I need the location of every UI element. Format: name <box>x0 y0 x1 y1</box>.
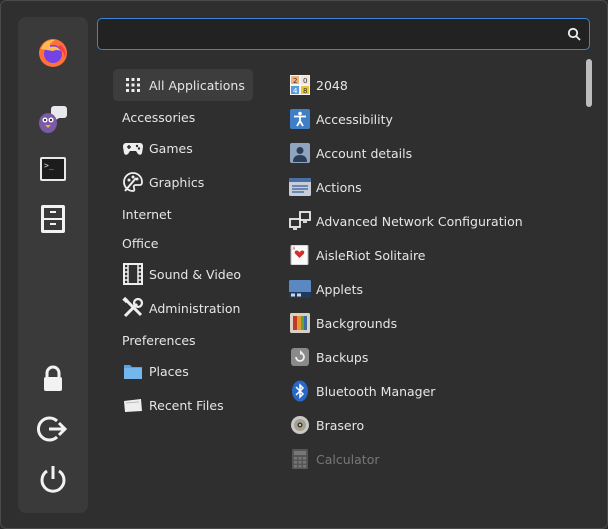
pidgin-icon[interactable] <box>37 103 69 135</box>
power-icon[interactable] <box>37 463 69 495</box>
category-administration[interactable]: Administration <box>113 292 248 324</box>
category-all-applications[interactable]: All Applications <box>113 69 253 101</box>
application-menu: >_ All Applications Accessories Games Gr… <box>0 0 608 529</box>
category-places[interactable]: Places <box>113 355 197 387</box>
folder-icon <box>122 360 144 382</box>
applets-icon <box>289 278 311 300</box>
app-label: Calculator <box>316 451 380 467</box>
category-label: Places <box>149 363 189 379</box>
search-box[interactable] <box>97 18 590 50</box>
app-accessibility[interactable]: Accessibility <box>289 104 393 134</box>
account-icon <box>289 142 311 164</box>
svg-text:4: 4 <box>293 87 298 95</box>
category-graphics[interactable]: Graphics <box>113 166 212 198</box>
category-label: Office <box>122 235 159 251</box>
app-account-details[interactable]: Account details <box>289 138 412 168</box>
palette-icon <box>122 171 144 193</box>
category-label: Games <box>149 140 193 156</box>
category-recent-files[interactable]: Recent Files <box>113 389 232 421</box>
category-label: All Applications <box>149 77 245 93</box>
search-input[interactable] <box>106 24 550 46</box>
grid-icon <box>122 74 144 96</box>
2048-icon: 2 0 4 8 <box>289 74 311 96</box>
gamepad-icon <box>122 137 144 159</box>
app-label: Actions <box>316 179 362 195</box>
app-brasero[interactable]: Brasero <box>289 410 364 440</box>
svg-text:0: 0 <box>303 77 307 85</box>
category-label: Accessories <box>122 109 196 125</box>
film-icon <box>122 263 144 285</box>
app-aisleriot-solitaire[interactable]: A AisleRiot Solitaire <box>289 240 426 270</box>
firefox-icon[interactable] <box>37 37 69 69</box>
category-accessories[interactable]: Accessories <box>113 101 203 133</box>
recent-files-icon <box>122 394 144 416</box>
app-label: Backgrounds <box>316 315 398 331</box>
backups-icon <box>289 346 311 368</box>
app-label: Account details <box>316 145 413 161</box>
bluetooth-icon <box>289 380 311 402</box>
app-calculator[interactable]: Calculator <box>289 444 379 474</box>
backgrounds-icon <box>289 312 311 334</box>
app-advanced-network-configuration[interactable]: Advanced Network Configuration <box>289 206 523 236</box>
app-label: Brasero <box>316 417 365 433</box>
category-label: Sound & Video <box>149 266 242 282</box>
cards-icon: A <box>289 244 311 266</box>
app-label: Accessibility <box>316 111 393 127</box>
app-label: 2048 <box>316 77 348 93</box>
category-games[interactable]: Games <box>113 132 201 164</box>
app-backgrounds[interactable]: Backgrounds <box>289 308 397 338</box>
app-backups[interactable]: Backups <box>289 342 368 372</box>
category-label: Graphics <box>149 174 205 190</box>
svg-text:>_: >_ <box>44 161 54 170</box>
search-icon[interactable] <box>567 27 581 41</box>
category-label: Recent Files <box>149 397 224 413</box>
svg-text:8: 8 <box>303 87 307 95</box>
actions-icon <box>289 176 311 198</box>
lock-icon[interactable] <box>37 363 69 395</box>
app-label: Advanced Network Configuration <box>316 213 523 229</box>
logout-icon[interactable] <box>37 413 69 445</box>
app-2048[interactable]: 2 0 4 8 2048 <box>289 70 348 100</box>
file-manager-icon[interactable] <box>37 203 69 235</box>
category-sound-video[interactable]: Sound & Video <box>113 258 249 290</box>
terminal-icon[interactable]: >_ <box>37 153 69 185</box>
app-label: Backups <box>316 349 369 365</box>
app-label: Applets <box>316 281 363 297</box>
calculator-icon <box>289 448 311 470</box>
favorites-bar: >_ <box>18 17 88 513</box>
category-label: Administration <box>149 300 241 316</box>
category-preferences[interactable]: Preferences <box>113 324 204 356</box>
category-label: Preferences <box>122 332 196 348</box>
category-office[interactable]: Office <box>113 227 167 259</box>
tools-icon <box>122 297 144 319</box>
app-bluetooth-manager[interactable]: Bluetooth Manager <box>289 376 435 406</box>
app-label: Bluetooth Manager <box>316 383 436 399</box>
app-applets[interactable]: Applets <box>289 274 363 304</box>
app-actions[interactable]: Actions <box>289 172 362 202</box>
accessibility-icon <box>289 108 311 130</box>
disc-icon <box>289 414 311 436</box>
category-label: Internet <box>122 206 172 222</box>
network-icon <box>289 210 311 232</box>
app-list-scrollbar[interactable] <box>586 59 592 107</box>
svg-text:A: A <box>293 246 296 251</box>
category-internet[interactable]: Internet <box>113 198 180 230</box>
app-label: AisleRiot Solitaire <box>316 247 426 263</box>
svg-text:2: 2 <box>293 77 297 85</box>
